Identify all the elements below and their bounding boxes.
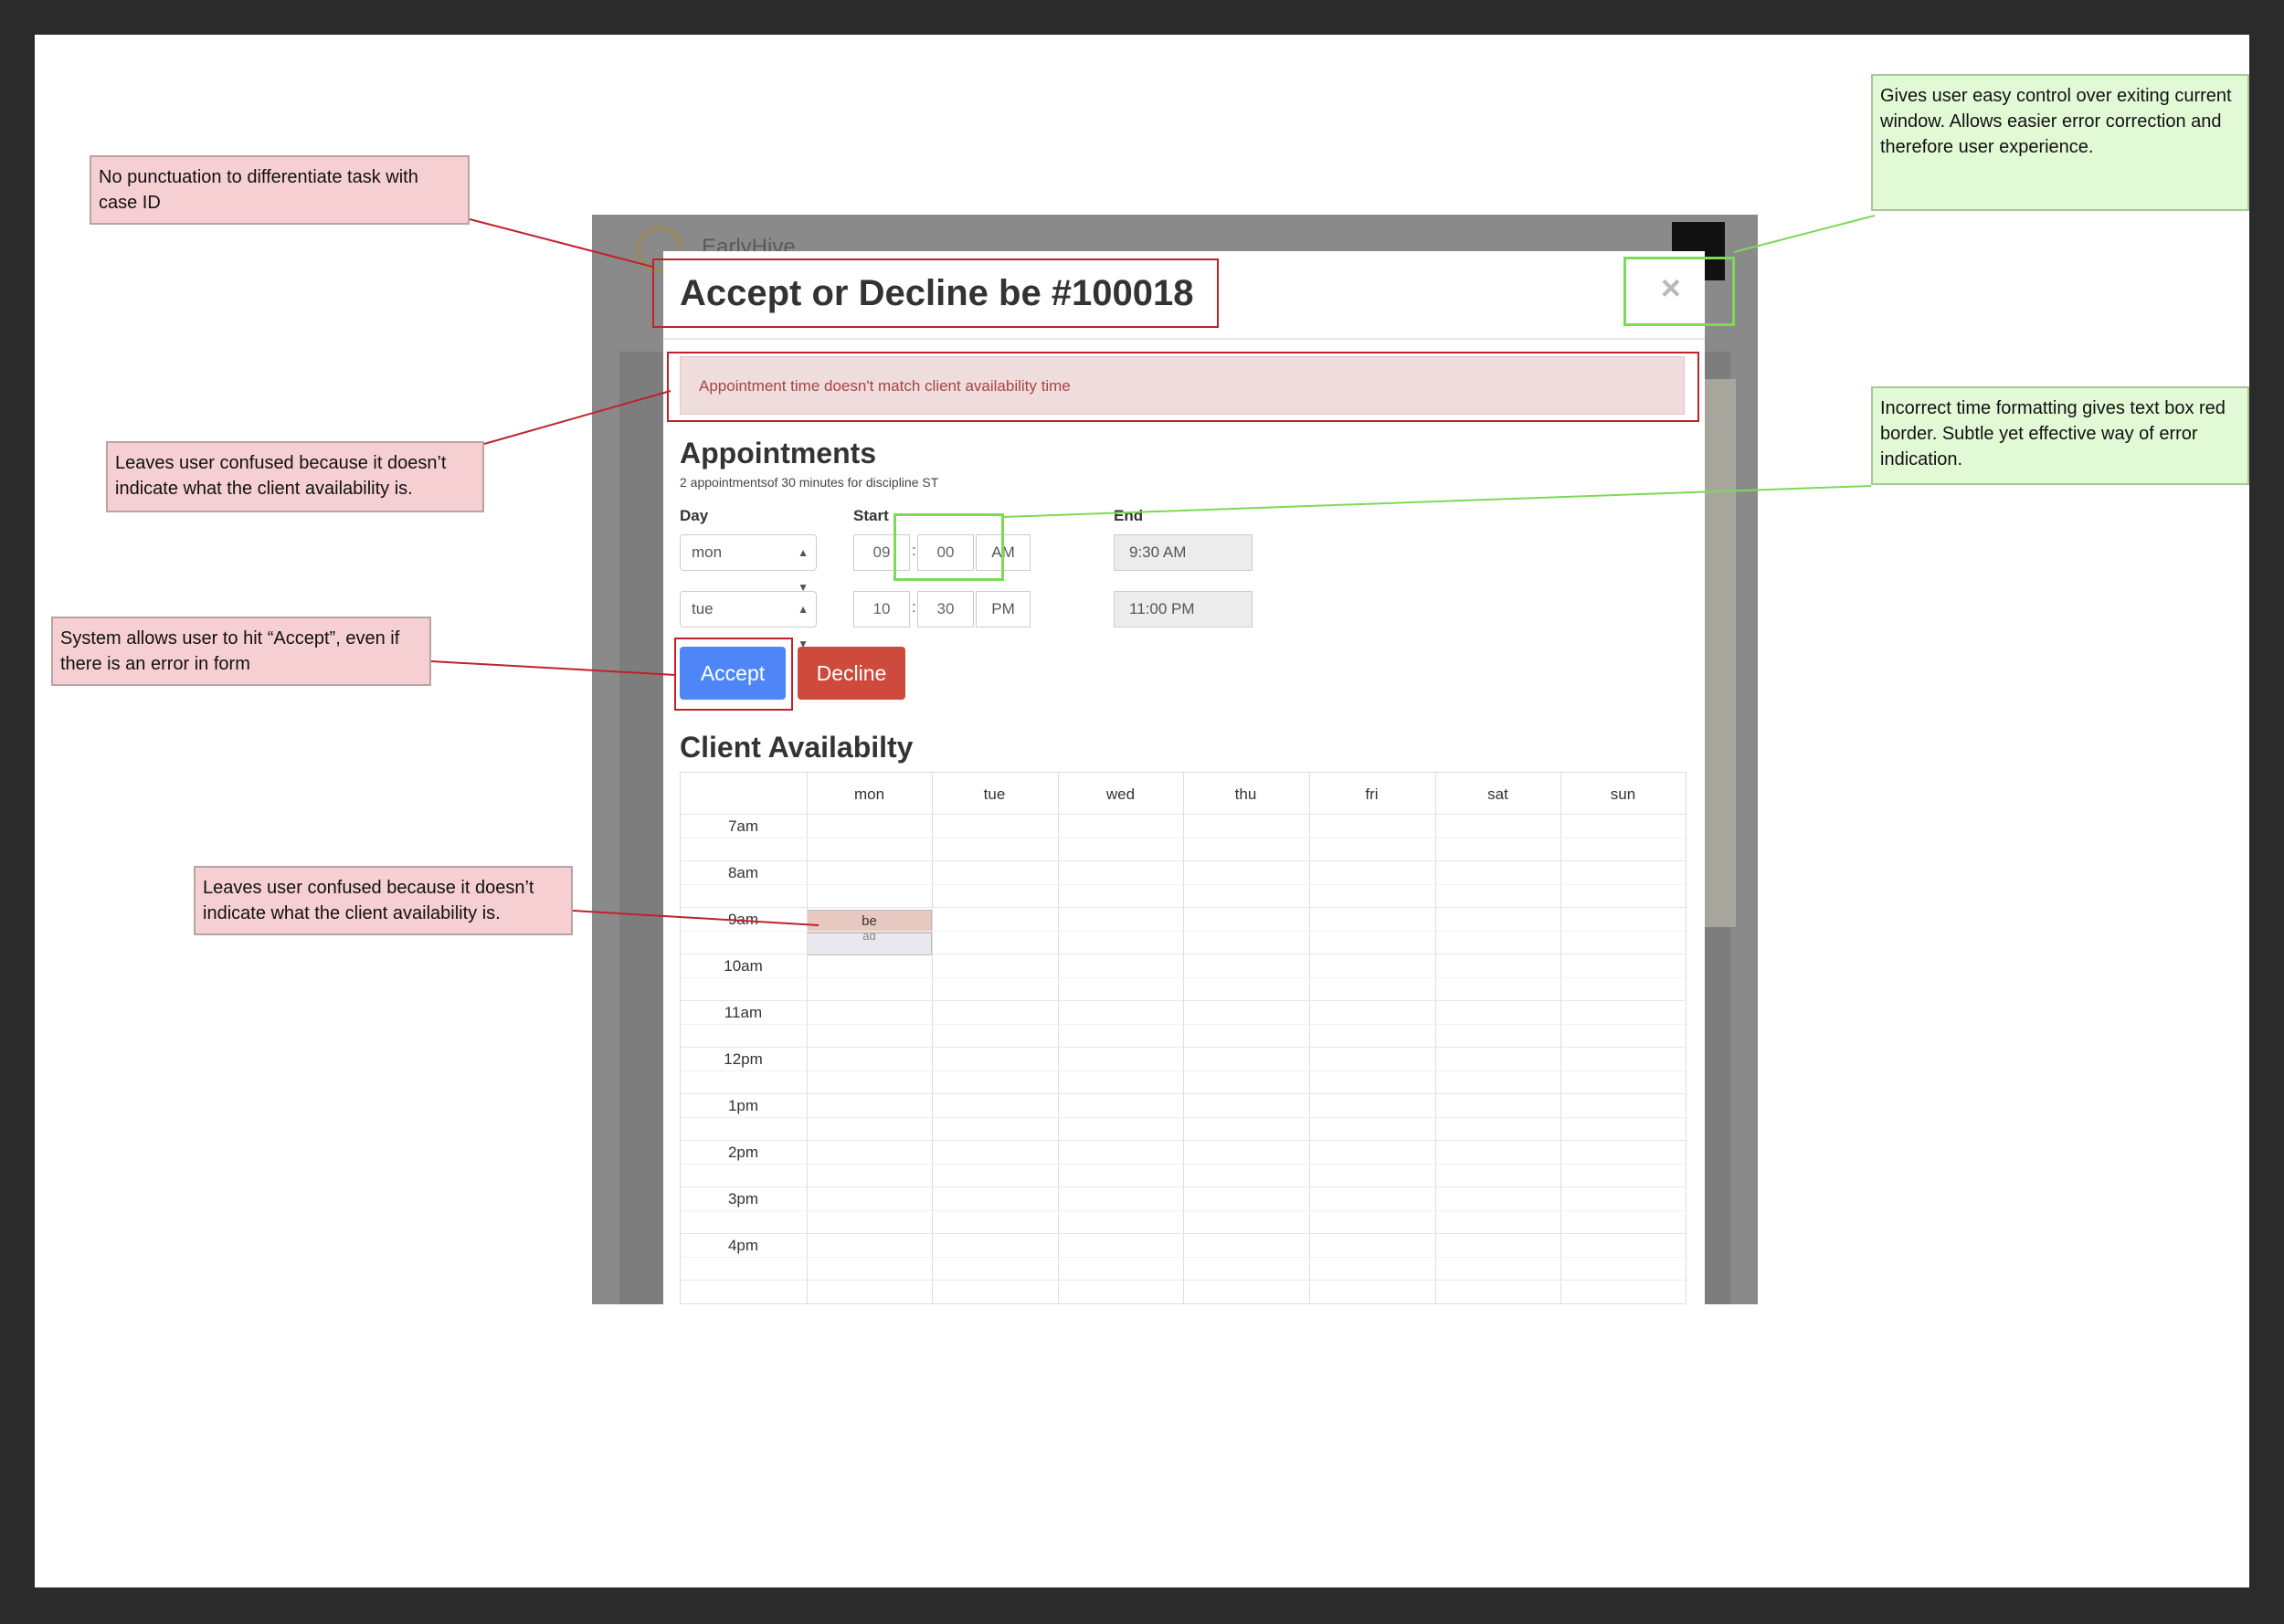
annotation-connectors [430,215,1876,926]
annotation-note: Incorrect time formatting gives text box… [1871,386,2249,485]
annotation-note: Leaves user confused because it doesn’t … [194,866,573,935]
annotation-note: No punctuation to differentiate task wit… [90,155,470,225]
annotation-note: Gives user easy control over exiting cur… [1871,74,2249,211]
annotation-note: System allows user to hit “Accept”, even… [51,617,431,686]
annotation-note: Leaves user confused because it doesn’t … [106,441,484,512]
